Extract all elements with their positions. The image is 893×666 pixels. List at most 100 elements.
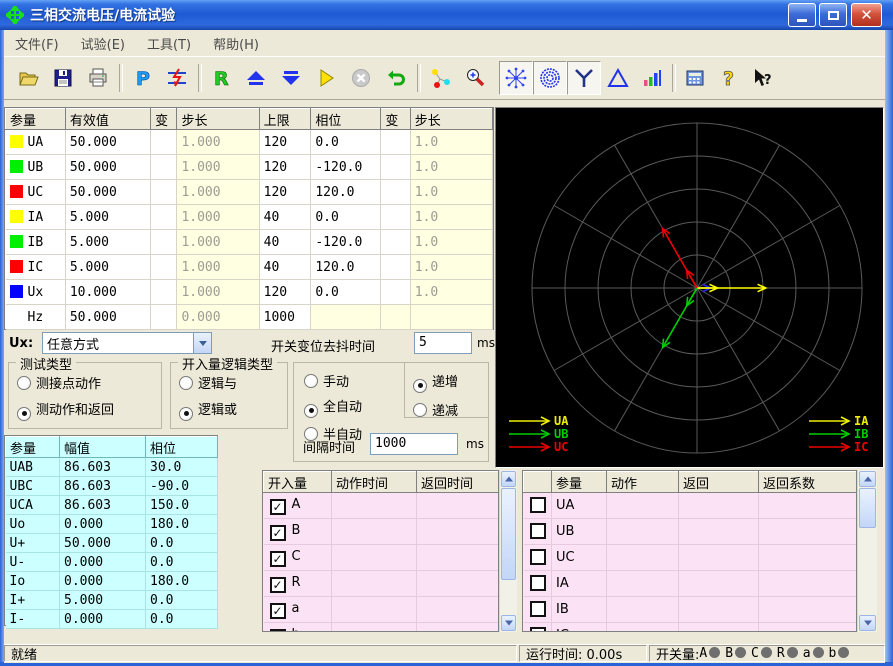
reset-r-button[interactable]: R xyxy=(204,61,238,95)
phase-cell[interactable] xyxy=(311,305,381,330)
checkbox[interactable]: ✓ xyxy=(270,629,286,633)
vary-cell[interactable] xyxy=(381,230,410,255)
radio-option[interactable]: 递增 xyxy=(413,371,488,393)
checkbox[interactable]: ✓ xyxy=(270,577,286,593)
scrollbar-thumb[interactable] xyxy=(501,488,516,580)
vary-cell[interactable] xyxy=(151,130,177,155)
rays-view-button[interactable] xyxy=(499,61,533,95)
vector-button[interactable] xyxy=(423,61,457,95)
vary-cell[interactable] xyxy=(381,130,410,155)
radio-logic-or[interactable] xyxy=(179,407,193,421)
phase-step-cell[interactable] xyxy=(410,305,492,330)
context-help-button[interactable]: ? xyxy=(746,61,780,95)
limit-cell[interactable]: 40 xyxy=(259,230,311,255)
interval-input[interactable]: 1000 xyxy=(370,433,458,455)
checkbox[interactable] xyxy=(530,523,546,539)
phase-cell[interactable]: 120.0 xyxy=(311,255,381,280)
vary-cell[interactable] xyxy=(381,155,410,180)
radio-decrease[interactable] xyxy=(413,403,427,417)
step-cell[interactable]: 0.000 xyxy=(177,305,259,330)
phase-step-cell[interactable]: 1.0 xyxy=(410,155,492,180)
phase-step-cell[interactable]: 1.0 xyxy=(410,130,492,155)
circles-view-button[interactable] xyxy=(533,61,567,95)
open-button[interactable] xyxy=(11,61,45,95)
radio-action-return[interactable] xyxy=(17,407,31,421)
save-button[interactable] xyxy=(46,61,80,95)
checkbox[interactable] xyxy=(530,627,546,632)
rms-value-cell[interactable]: 50.000 xyxy=(65,180,150,205)
radio-logic-and[interactable] xyxy=(179,376,193,390)
radio-option[interactable]: 测动作和返回 xyxy=(17,399,161,421)
raise-button[interactable] xyxy=(239,61,273,95)
close-button[interactable]: ✕ xyxy=(851,3,882,27)
rms-value-cell[interactable]: 5.000 xyxy=(65,230,150,255)
phase-step-cell[interactable]: 1.0 xyxy=(410,230,492,255)
radio-contact-action[interactable] xyxy=(17,376,31,390)
step-cell[interactable]: 1.000 xyxy=(177,230,259,255)
chevron-down-icon[interactable] xyxy=(193,333,211,353)
menu-help[interactable]: 帮助(H) xyxy=(202,31,270,56)
vary-cell[interactable] xyxy=(151,205,177,230)
rms-value-cell[interactable]: 50.000 xyxy=(65,130,150,155)
checkbox[interactable]: ✓ xyxy=(270,499,286,515)
radio-option[interactable]: 逻辑或 xyxy=(179,399,287,421)
rms-value-cell[interactable]: 50.000 xyxy=(65,305,150,330)
menu-tools[interactable]: 工具(T) xyxy=(136,31,202,56)
scroll-up-button[interactable] xyxy=(859,471,876,487)
start-button[interactable] xyxy=(309,61,343,95)
short-circuit-button[interactable] xyxy=(160,61,194,95)
vary-cell[interactable] xyxy=(151,280,177,305)
phase-step-cell[interactable]: 1.0 xyxy=(410,180,492,205)
limit-cell[interactable]: 120 xyxy=(259,155,311,180)
param-table-scrollbar[interactable] xyxy=(857,470,877,632)
phase-cell[interactable]: -120.0 xyxy=(311,230,381,255)
step-cell[interactable]: 1.000 xyxy=(177,280,259,305)
vary-cell[interactable] xyxy=(151,255,177,280)
p-param-button[interactable]: P xyxy=(125,61,159,95)
radio-option[interactable]: 逻辑与 xyxy=(179,373,287,392)
checkbox[interactable] xyxy=(530,601,546,617)
checkbox[interactable] xyxy=(530,497,546,513)
vary-cell[interactable] xyxy=(151,230,177,255)
ux-mode-combobox[interactable]: 任意方式 xyxy=(42,332,212,354)
rms-value-cell[interactable]: 10.000 xyxy=(65,280,150,305)
zoom-button[interactable] xyxy=(458,61,492,95)
checkbox[interactable]: ✓ xyxy=(270,551,286,567)
stop-button[interactable] xyxy=(344,61,378,95)
y-connection-button[interactable] xyxy=(567,61,601,95)
vary-cell[interactable] xyxy=(151,180,177,205)
phase-cell[interactable]: 120.0 xyxy=(311,180,381,205)
limit-cell[interactable]: 40 xyxy=(259,255,311,280)
print-button[interactable] xyxy=(81,61,115,95)
rms-value-cell[interactable]: 50.000 xyxy=(65,155,150,180)
vary-cell[interactable] xyxy=(381,280,410,305)
vary-cell[interactable] xyxy=(381,180,410,205)
bar-chart-button[interactable] xyxy=(635,61,669,95)
phase-cell[interactable]: 0.0 xyxy=(311,130,381,155)
delta-connection-button[interactable] xyxy=(601,61,635,95)
checkbox[interactable] xyxy=(530,575,546,591)
limit-cell[interactable]: 120 xyxy=(259,180,311,205)
maximize-button[interactable] xyxy=(819,3,847,27)
step-cell[interactable]: 1.000 xyxy=(177,155,259,180)
vary-cell[interactable] xyxy=(381,305,410,330)
phase-cell[interactable]: 0.0 xyxy=(311,205,381,230)
radio-option[interactable]: 测接点动作 xyxy=(17,373,161,392)
debounce-input[interactable]: 5 xyxy=(414,332,472,354)
limit-cell[interactable]: 40 xyxy=(259,205,311,230)
phase-step-cell[interactable]: 1.0 xyxy=(410,205,492,230)
scroll-up-button[interactable] xyxy=(501,471,516,487)
radio-option[interactable]: 递减 xyxy=(413,400,488,419)
vary-cell[interactable] xyxy=(381,255,410,280)
rms-value-cell[interactable]: 5.000 xyxy=(65,255,150,280)
input-table-scrollbar[interactable] xyxy=(499,470,517,632)
radio-increase[interactable] xyxy=(413,379,427,393)
checkbox[interactable]: ✓ xyxy=(270,603,286,619)
minimize-button[interactable] xyxy=(788,3,816,27)
menu-file[interactable]: 文件(F) xyxy=(4,31,70,56)
calculator-button[interactable] xyxy=(678,61,712,95)
checkbox[interactable]: ✓ xyxy=(270,525,286,541)
limit-cell[interactable]: 120 xyxy=(259,130,311,155)
step-cell[interactable]: 1.000 xyxy=(177,205,259,230)
step-cell[interactable]: 1.000 xyxy=(177,130,259,155)
